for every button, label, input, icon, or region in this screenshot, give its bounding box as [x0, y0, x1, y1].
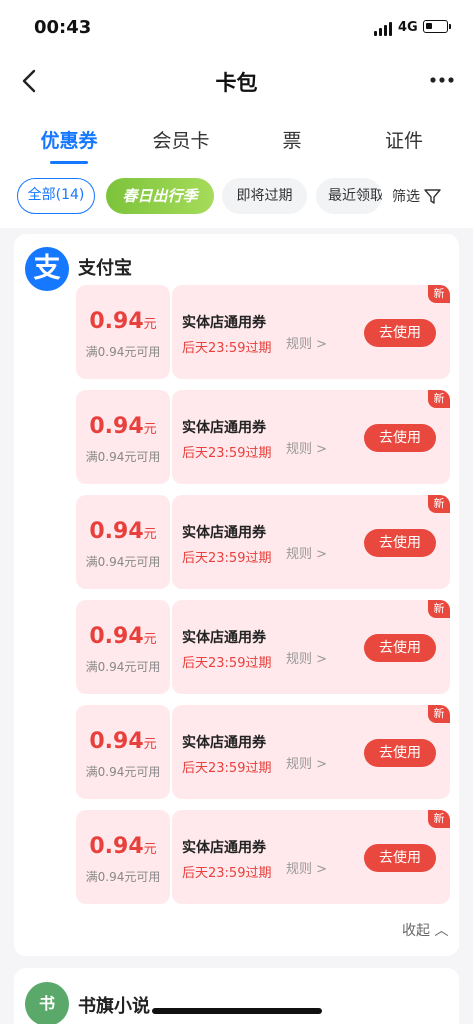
brand-name: 书旗小说 [78, 996, 150, 1017]
filter-chip-spring-travel[interactable]: 春日出行季 [106, 178, 214, 214]
coupon-title: 实体店通用券 [182, 840, 266, 856]
tab-tickets[interactable]: 票 [242, 126, 342, 153]
shuqi-coupon-group: 书 书旗小说 [14, 968, 459, 1024]
coupon-item[interactable]: 0.94元 满0.94元可用 实体店通用券 后天23:59过期 规则 > 去使用… [76, 705, 450, 799]
filter-chip-recent[interactable]: 最近领取 [316, 178, 382, 214]
tab-coupons[interactable]: 优惠券 [19, 126, 119, 153]
new-badge: 新 [428, 495, 450, 513]
coupon-rules-link[interactable]: 规则 > [286, 543, 327, 562]
network-label: 4G [398, 20, 418, 35]
coupon-amount: 0.94元 [89, 309, 157, 334]
more-icon[interactable] [428, 70, 456, 90]
new-badge: 新 [428, 600, 450, 618]
status-bar: 00:43 4G [0, 0, 473, 56]
filter-icon[interactable] [424, 188, 441, 205]
coupon-amount: 0.94元 [89, 729, 157, 754]
coupon-rules-link[interactable]: 规则 > [286, 858, 327, 877]
coupon-rules-link[interactable]: 规则 > [286, 648, 327, 667]
tab-certificates[interactable]: 证件 [354, 126, 454, 153]
use-coupon-button[interactable]: 去使用 [364, 424, 436, 452]
coupon-condition: 满0.94元可用 [85, 345, 161, 359]
coupon-condition: 满0.94元可用 [85, 555, 161, 569]
coupon-item[interactable]: 0.94元 满0.94元可用 实体店通用券 后天23:59过期 规则 > 去使用… [76, 495, 450, 589]
coupon-item[interactable]: 0.94元 满0.94元可用 实体店通用券 后天23:59过期 规则 > 去使用… [76, 285, 450, 379]
new-badge: 新 [428, 285, 450, 303]
alipay-coupon-group: 支 支付宝 0.94元 满0.94元可用 实体店通用券 后天23:59过期 规则… [14, 234, 459, 956]
coupon-amount: 0.94元 [89, 414, 157, 439]
filter-chip-all[interactable]: 全部(14) [17, 178, 95, 214]
home-indicator [152, 1008, 322, 1014]
coupon-amount: 0.94元 [89, 834, 157, 859]
alipay-logo: 支 [25, 247, 69, 291]
tab-bar: 优惠券 会员卡 票 证件 [0, 106, 473, 166]
use-coupon-button[interactable]: 去使用 [364, 634, 436, 662]
coupon-rules-link[interactable]: 规则 > [286, 438, 327, 457]
page-title: 卡包 [215, 71, 258, 95]
coupon-title: 实体店通用券 [182, 420, 266, 436]
use-coupon-button[interactable]: 去使用 [364, 739, 436, 767]
use-coupon-button[interactable]: 去使用 [364, 319, 436, 347]
coupon-expiry: 后天23:59过期 [182, 866, 272, 881]
battery-icon [423, 20, 451, 33]
coupon-title: 实体店通用券 [182, 630, 266, 646]
coupon-expiry: 后天23:59过期 [182, 656, 272, 671]
coupon-item[interactable]: 0.94元 满0.94元可用 实体店通用券 后天23:59过期 规则 > 去使用… [76, 600, 450, 694]
coupon-title: 实体店通用券 [182, 315, 266, 331]
coupon-item[interactable]: 0.94元 满0.94元可用 实体店通用券 后天23:59过期 规则 > 去使用… [76, 390, 450, 484]
coupon-amount: 0.94元 [89, 624, 157, 649]
filter-chip-expiring[interactable]: 即将过期 [222, 178, 307, 214]
use-coupon-button[interactable]: 去使用 [364, 844, 436, 872]
coupon-condition: 满0.94元可用 [85, 450, 161, 464]
shuqi-logo: 书 [25, 982, 69, 1024]
status-time: 00:43 [34, 17, 92, 38]
new-badge: 新 [428, 705, 450, 723]
new-badge: 新 [428, 390, 450, 408]
coupon-condition: 满0.94元可用 [85, 660, 161, 674]
use-coupon-button[interactable]: 去使用 [364, 529, 436, 557]
coupon-item[interactable]: 0.94元 满0.94元可用 实体店通用券 后天23:59过期 规则 > 去使用… [76, 810, 450, 904]
coupon-title: 实体店通用券 [182, 525, 266, 541]
coupon-rules-link[interactable]: 规则 > [286, 333, 327, 352]
coupon-condition: 满0.94元可用 [85, 870, 161, 884]
collapse-button[interactable]: 收起 ︿ [402, 920, 448, 940]
brand-name: 支付宝 [78, 258, 132, 279]
signal-icon [374, 22, 392, 36]
coupon-rules-link[interactable]: 规则 > [286, 753, 327, 772]
tab-membership-cards[interactable]: 会员卡 [131, 126, 231, 153]
coupon-expiry: 后天23:59过期 [182, 341, 272, 356]
coupon-title: 实体店通用券 [182, 735, 266, 751]
coupon-expiry: 后天23:59过期 [182, 446, 272, 461]
active-tab-indicator [50, 161, 88, 164]
filter-bar: 全部(14) 春日出行季 即将过期 最近领取 筛选 [0, 166, 473, 228]
coupon-expiry: 后天23:59过期 [182, 551, 272, 566]
coupon-condition: 满0.94元可用 [85, 765, 161, 779]
nav-bar: 卡包 [0, 56, 473, 106]
coupon-expiry: 后天23:59过期 [182, 761, 272, 776]
new-badge: 新 [428, 810, 450, 828]
filter-button[interactable]: 筛选 [392, 186, 420, 206]
coupon-amount: 0.94元 [89, 519, 157, 544]
